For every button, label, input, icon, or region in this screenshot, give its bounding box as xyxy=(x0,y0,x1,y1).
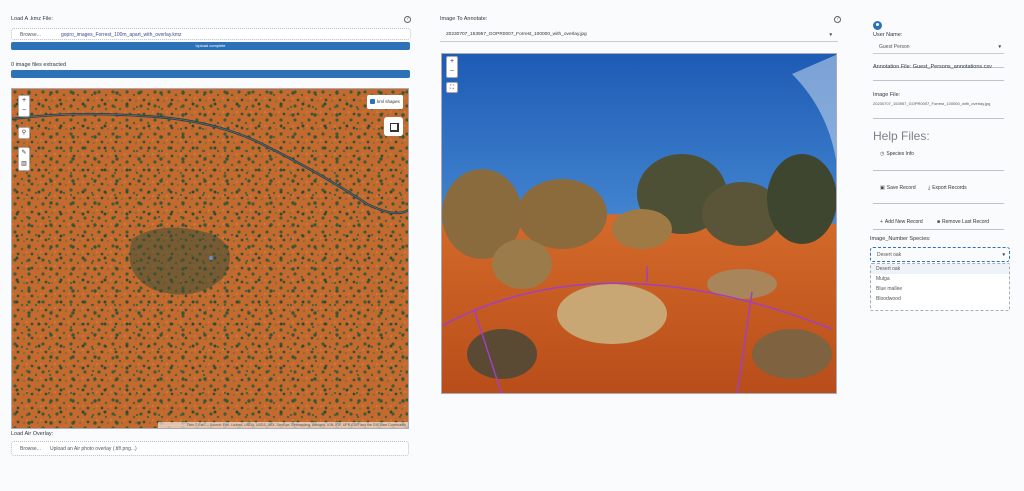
air-overlay-label: Load Air Overlay: xyxy=(11,431,54,437)
map-attribution: Tiles © Esri — Source: Esri, i-cubed, US… xyxy=(158,422,408,428)
fullscreen-icon[interactable]: ⛶ xyxy=(446,82,458,93)
clock-icon: ◷ xyxy=(880,151,885,157)
image-annotate-label: Image To Annotate: xyxy=(440,16,488,22)
divider xyxy=(873,229,1004,230)
help-files-title: Help Files: xyxy=(873,129,930,143)
image-file-label: Image File: xyxy=(873,92,901,98)
species-option[interactable]: Mulga xyxy=(871,274,1009,284)
image-select-value: 20230707_153957_GOPR0007_Forrest_100000_… xyxy=(446,32,587,37)
checkbox-checked-icon[interactable] xyxy=(370,99,375,104)
map-zoom-out-button[interactable]: − xyxy=(19,106,29,116)
map-zoom-control[interactable]: + − xyxy=(18,95,30,117)
map-draw-toolbar[interactable]: ✎ ▥ xyxy=(18,147,30,171)
caret-down-icon: ▾ xyxy=(829,32,832,38)
save-record-button[interactable]: ▣ Save Record xyxy=(880,185,916,191)
divider xyxy=(873,170,1004,171)
kmz-file-input[interactable]: Browse... gopro_images_Forrest_100m_apar… xyxy=(11,28,411,40)
species-option[interactable]: Blue mallee xyxy=(871,284,1009,294)
export-records-label: Export Records xyxy=(932,185,967,191)
upload-progress-bar: Upload complete xyxy=(11,42,410,50)
user-name-label: User Name: xyxy=(873,32,903,38)
species-select-value: Desert oak xyxy=(877,252,902,258)
species-info-link[interactable]: ◷ Species Info xyxy=(880,151,914,157)
air-overlay-placeholder: Upload an Air photo overlay (.tif/.png..… xyxy=(50,446,137,452)
add-record-label: Add New Record xyxy=(884,219,923,225)
satellite-map[interactable]: + − ⚲ ✎ ▥ kml shapes Tiles © Esri — Sour… xyxy=(11,88,409,429)
caret-down-icon: ▾ xyxy=(1002,252,1005,258)
species-info-label: Species Info xyxy=(886,151,914,157)
species-option[interactable]: Desert oak xyxy=(871,264,1009,274)
air-browse-button[interactable]: Browse... xyxy=(20,446,41,452)
browse-button[interactable]: Browse... xyxy=(20,32,41,38)
photo-zoom-in-button[interactable]: + xyxy=(447,57,457,67)
caret-down-icon: ▾ xyxy=(998,44,1001,50)
kmz-file-label: Load A .kmz File: xyxy=(11,16,53,22)
species-label: Image_Number Species: xyxy=(870,236,931,242)
map-marker-icon[interactable]: ⚲ xyxy=(18,127,30,139)
user-icon xyxy=(873,21,882,30)
add-record-button[interactable]: + Add New Record xyxy=(880,219,923,225)
satellite-imagery xyxy=(12,89,408,428)
edit-icon[interactable]: ✎ xyxy=(19,148,29,159)
species-dropdown-list[interactable]: Desert oak Mulga Blue mallee Bloodwood xyxy=(870,263,1010,311)
user-select-value: Guest Person xyxy=(879,44,910,50)
divider xyxy=(873,203,1004,204)
kml-shapes-checkbox[interactable]: kml shapes xyxy=(367,95,403,109)
image-file-value: 20230707_153957_GOPR0007_Forrest_100000_… xyxy=(873,101,991,106)
remove-record-label: Remove Last Record xyxy=(942,219,989,225)
user-select[interactable]: Guest Person ▾ xyxy=(873,41,1004,54)
extraction-progress-bar xyxy=(11,70,410,78)
kml-shapes-label: kml shapes xyxy=(377,99,400,104)
save-icon: ▣ xyxy=(880,185,885,191)
fisheye-photo xyxy=(442,54,836,393)
divider xyxy=(873,80,1004,81)
trash-icon[interactable]: ▥ xyxy=(19,159,29,170)
photo-zoom-control[interactable]: + − xyxy=(446,56,458,78)
divider xyxy=(873,118,1004,119)
download-icon: ⤓ xyxy=(928,185,931,191)
species-option[interactable]: Bloodwood xyxy=(871,294,1009,304)
help-icon[interactable]: ? xyxy=(404,16,411,23)
air-overlay-input[interactable]: Browse... Upload an Air photo overlay (.… xyxy=(11,441,409,456)
extracted-label: 0 image files extracted xyxy=(11,62,67,68)
map-zoom-in-button[interactable]: + xyxy=(19,96,29,106)
species-select[interactable]: Desert oak ▾ xyxy=(870,247,1010,262)
image-select[interactable]: 20230707_153957_GOPR0007_Forrest_100000_… xyxy=(440,28,838,42)
plus-icon: + xyxy=(880,219,883,225)
save-record-label: Save Record xyxy=(886,185,916,191)
trash-icon: ■ xyxy=(937,219,941,225)
help-icon[interactable]: ? xyxy=(834,16,841,23)
remove-record-button[interactable]: ■ Remove Last Record xyxy=(937,219,989,225)
photo-zoom-out-button[interactable]: − xyxy=(447,67,457,77)
kmz-filename: gopro_images_Forrest_100m_apart_with_ove… xyxy=(61,32,182,38)
layers-icon[interactable] xyxy=(384,117,403,136)
annotation-file-label: Annotation File: Guest_Persons_annotatio… xyxy=(873,64,992,70)
annotation-photo[interactable]: + − ⛶ xyxy=(441,53,837,394)
upload-status-text: Upload complete xyxy=(195,43,226,48)
export-records-button[interactable]: ⤓ Export Records xyxy=(928,185,967,191)
